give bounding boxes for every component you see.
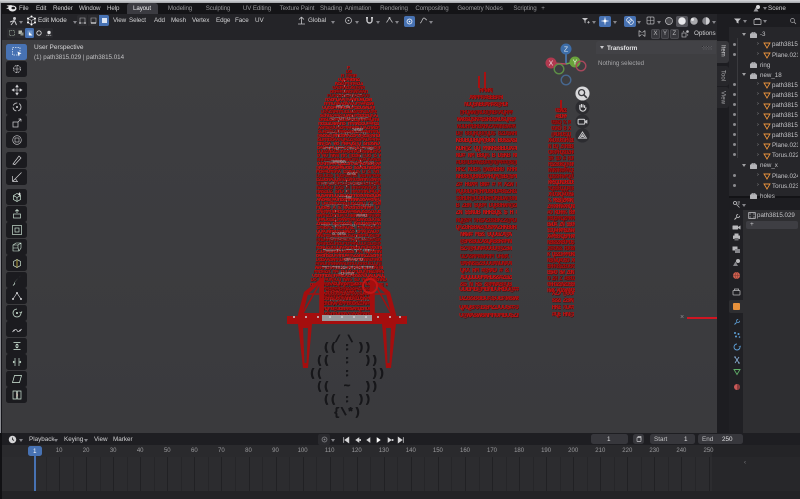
svg-text:Z: Z	[564, 47, 569, 54]
svg-text:X: X	[549, 61, 554, 68]
